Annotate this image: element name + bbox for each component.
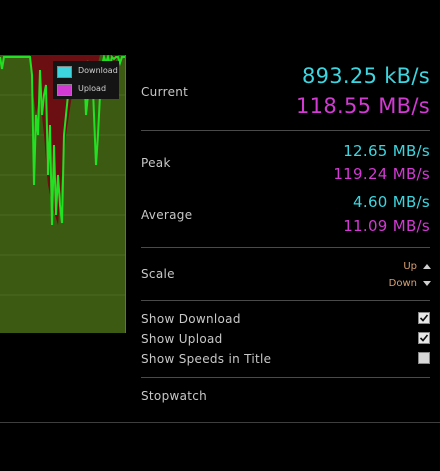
current-label: Current (141, 85, 189, 99)
graph-border (125, 55, 126, 333)
separator (141, 377, 430, 378)
show-upload-checkbox[interactable] (418, 332, 430, 344)
scale-up-label: Up (403, 261, 417, 272)
show-download-label: Show Download (141, 312, 241, 326)
download-swatch (57, 66, 72, 78)
show-speeds-in-title-label: Show Speeds in Title (141, 352, 272, 366)
current-download-value: 893.25 kB/s (301, 64, 430, 88)
average-upload-value: 11.09 MB/s (343, 217, 430, 235)
graph-legend: Download Upload (53, 61, 119, 99)
show-upload-label: Show Upload (141, 332, 223, 346)
separator (141, 300, 430, 301)
scale-down-label: Down (388, 278, 417, 289)
peak-label: Peak (141, 156, 171, 170)
footer-divider (0, 422, 440, 423)
checkmark-icon (419, 314, 429, 322)
peak-download-value: 12.65 MB/s (343, 142, 430, 160)
show-download-checkbox[interactable] (418, 312, 430, 324)
peak-upload-value: 119.24 MB/s (333, 165, 430, 183)
average-download-value: 4.60 MB/s (353, 193, 430, 211)
speed-graph: Download Upload (0, 55, 126, 333)
average-label: Average (141, 208, 193, 222)
legend-download-label: Download (78, 66, 118, 75)
scale-label: Scale (141, 267, 175, 281)
current-upload-value: 118.55 MB/s (296, 94, 430, 118)
speed-monitor-window: Download Upload Current 893.25 kB/s 118.… (0, 0, 440, 471)
checkmark-icon (419, 334, 429, 342)
arrow-down-icon (423, 280, 431, 286)
stats-panel: Current 893.25 kB/s 118.55 MB/s Peak 12.… (141, 0, 440, 471)
arrow-up-icon (423, 263, 431, 269)
upload-swatch (57, 84, 72, 96)
scale-up-button[interactable]: Up (403, 261, 431, 272)
scale-down-button[interactable]: Down (389, 278, 431, 289)
show-speeds-in-title-checkbox[interactable] (418, 352, 430, 364)
legend-upload-label: Upload (78, 84, 107, 93)
separator (141, 130, 430, 131)
separator (141, 247, 430, 248)
stopwatch-label[interactable]: Stopwatch (141, 389, 207, 403)
